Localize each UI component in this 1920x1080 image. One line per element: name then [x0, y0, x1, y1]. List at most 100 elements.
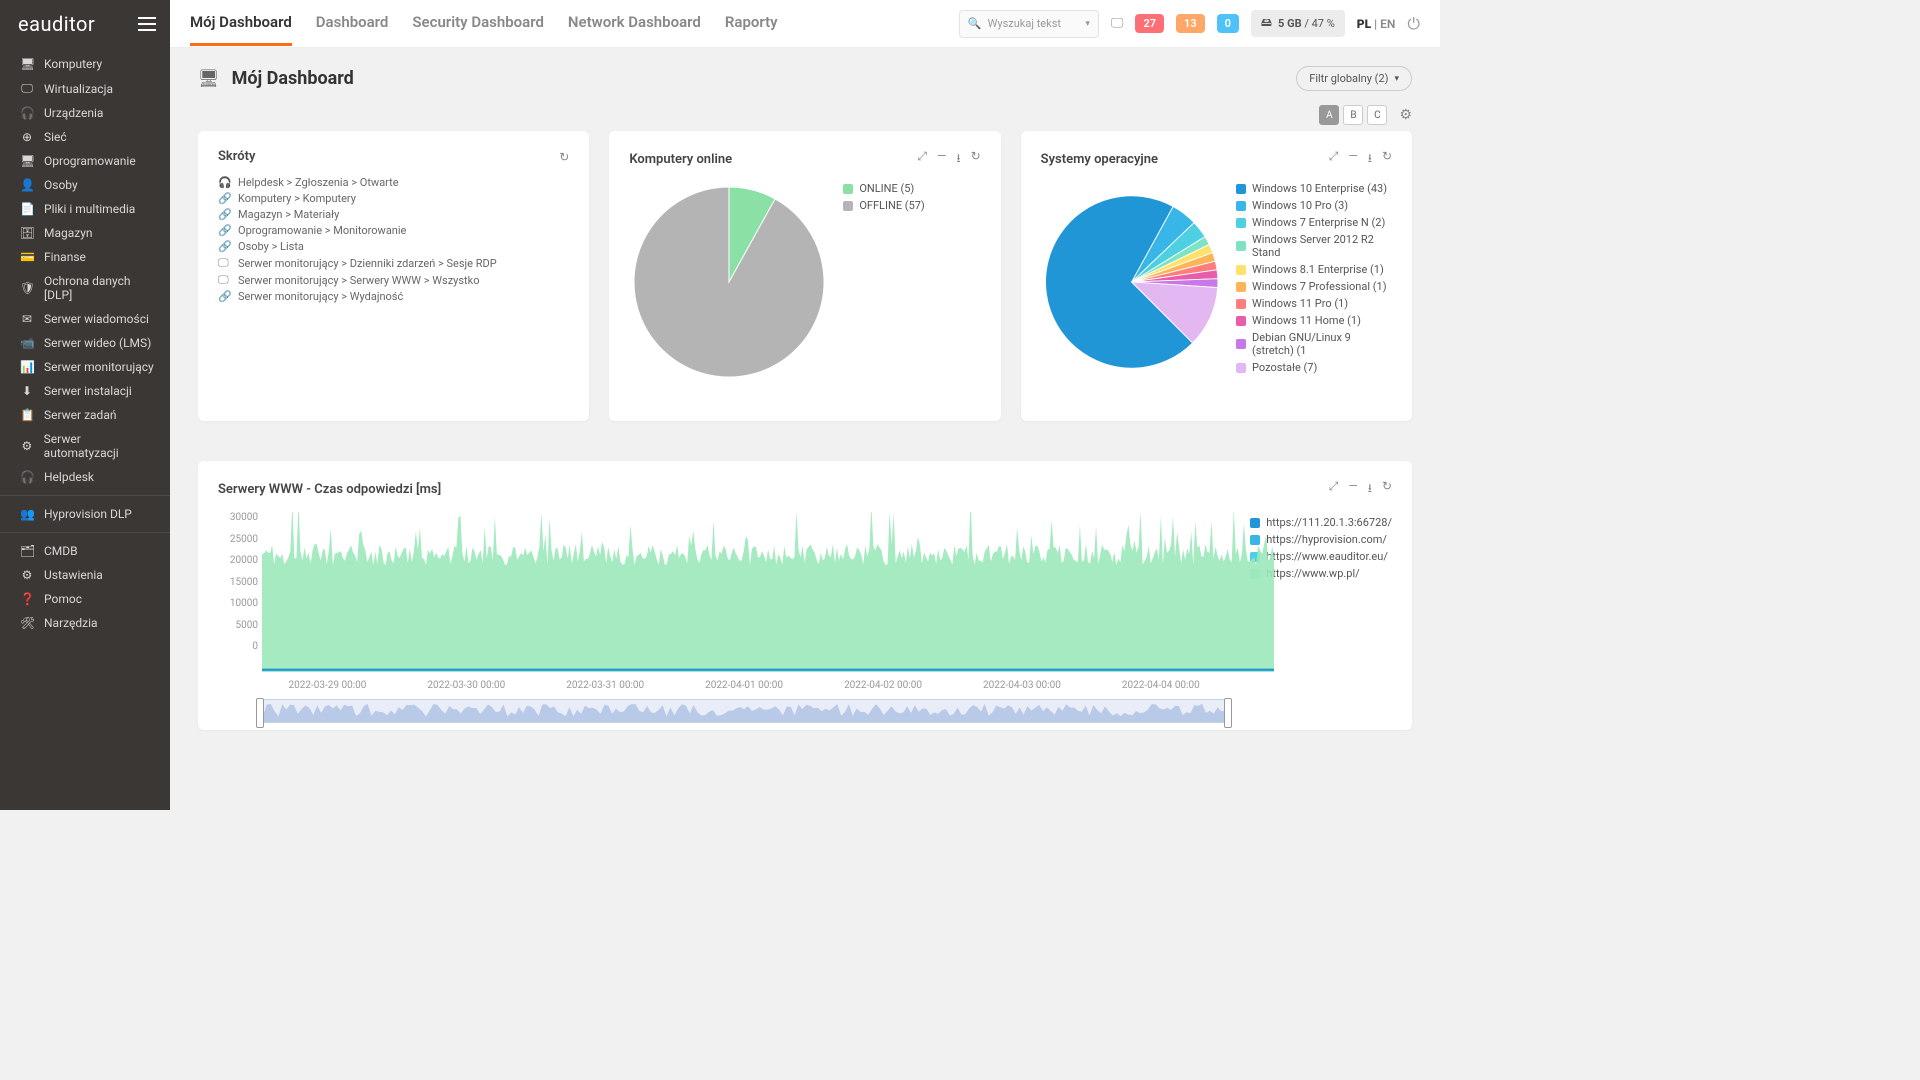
tab[interactable]: Raporty — [725, 1, 778, 46]
legend-item[interactable]: Windows 8.1 Enterprise (1) — [1236, 263, 1392, 276]
legend-swatch — [1236, 184, 1246, 194]
legend-item[interactable]: ONLINE (5) — [843, 182, 924, 195]
sidebar-item[interactable]: ✉Serwer wiadomości — [0, 307, 170, 331]
card-computers-online: Komputery online ⤢ — ⭳ ↻ ONLINE (5)OFFLI… — [609, 131, 1000, 421]
legend-item[interactable]: Windows 7 Enterprise N (2) — [1236, 216, 1392, 229]
sidebar-item[interactable]: 🛡Ochrona danych [DLP] — [0, 269, 170, 307]
sidebar-item[interactable]: 📋Serwer zadań — [0, 403, 170, 427]
badge-alert-orange[interactable]: 13 — [1176, 14, 1205, 33]
sidebar-item-label: Narzędzia — [44, 616, 98, 630]
sidebar-item-icon: 🛡 — [20, 281, 34, 295]
storage-indicator[interactable]: 🖴 5 GB / 47 % — [1251, 10, 1345, 37]
legend-item[interactable]: Windows 10 Enterprise (43) — [1236, 182, 1392, 195]
sidebar-item[interactable]: ⬇Serwer instalacji — [0, 379, 170, 403]
sidebar-item[interactable]: 🗄 Magazyn — [0, 221, 170, 245]
download-icon[interactable]: ⭳ — [1368, 149, 1372, 170]
legend-swatch — [1236, 316, 1246, 326]
sidebar-item[interactable]: 🖥Oprogramowanie — [0, 149, 170, 173]
sidebar-item[interactable]: 🖥 Komputery — [0, 52, 170, 76]
sidebar-item-label: Pomoc — [44, 592, 82, 606]
sidebar-item-label: Komputery — [44, 57, 102, 71]
sidebar-item[interactable]: 🛠Narzędzia — [0, 611, 170, 635]
sidebar-item[interactable]: 👤Osoby — [0, 173, 170, 197]
sidebar-item[interactable]: 📹Serwer wideo (LMS) — [0, 331, 170, 355]
sidebar-item[interactable]: 💳Finanse — [0, 245, 170, 269]
refresh-icon[interactable]: ↻ — [559, 150, 569, 164]
search-icon: 🔍 — [968, 17, 982, 30]
card-title: Serwery WWW - Czas odpowiedzi [ms] — [218, 482, 441, 497]
sidebar-item-icon: 📊 — [20, 360, 34, 374]
tab[interactable]: Mój Dashboard — [190, 1, 292, 46]
sidebar-item[interactable]: 🎧Helpdesk — [0, 465, 170, 489]
legend-item[interactable]: Windows 7 Professional (1) — [1236, 280, 1392, 293]
chart-pie-os — [1041, 182, 1222, 382]
expand-icon[interactable]: ⤢ — [1329, 149, 1339, 170]
sidebar-item[interactable]: 📊 Serwer monitorujący — [0, 355, 170, 379]
language-switch[interactable]: PL | EN — [1357, 17, 1396, 31]
sidebar-item[interactable]: ⚙Serwer automatyzacji — [0, 427, 170, 465]
tab[interactable]: Security Dashboard — [412, 1, 544, 46]
sidebar-item-icon: 🖥 — [20, 57, 34, 71]
legend-item[interactable]: Pozostałe (7) — [1236, 361, 1392, 374]
refresh-icon[interactable]: ↻ — [1382, 149, 1392, 170]
download-icon[interactable]: ⭳ — [956, 149, 960, 170]
sidebar-item[interactable]: 🖵Wirtualizacja — [0, 76, 170, 101]
legend-swatch — [1236, 282, 1246, 292]
shortcut-link[interactable]: 🎧Helpdesk > Zgłoszenia > Otwarte — [218, 176, 569, 189]
shortcut-link[interactable]: 🔗Oprogramowanie > Monitorowanie — [218, 224, 569, 237]
sidebar-item-label: Pliki i multimedia — [44, 202, 135, 216]
tab[interactable]: Dashboard — [316, 1, 389, 46]
sidebar-item[interactable]: ⚙Ustawienia — [0, 563, 170, 587]
legend-item[interactable]: OFFLINE (57) — [843, 199, 924, 212]
minimize-icon[interactable]: — — [1348, 479, 1357, 500]
view-button[interactable]: B — [1343, 105, 1363, 125]
gear-icon[interactable]: ⚙ — [1399, 107, 1412, 123]
menu-toggle-icon[interactable] — [138, 17, 156, 31]
sidebar-item-label: Helpdesk — [44, 470, 94, 484]
sidebar-item-icon: ⊕ — [20, 130, 34, 144]
shortcut-link[interactable]: 🔗Magazyn > Materiały — [218, 208, 569, 221]
chart-scrubber[interactable] — [258, 699, 1230, 723]
refresh-icon[interactable]: ↻ — [971, 149, 981, 170]
sidebar-item[interactable]: ⊕ Sieć — [0, 125, 170, 149]
sidebar-item-icon: ✉ — [20, 312, 34, 326]
sidebar-item[interactable]: 👥Hyprovision DLP — [0, 502, 170, 526]
sidebar-item[interactable]: ❓Pomoc — [0, 587, 170, 611]
legend-item[interactable]: Windows 11 Pro (1) — [1236, 297, 1392, 310]
download-icon[interactable]: ⭳ — [1368, 479, 1372, 500]
expand-icon[interactable]: ⤢ — [917, 149, 927, 170]
sidebar-item-icon: 👤 — [20, 178, 34, 192]
badge-alert-blue[interactable]: 0 — [1217, 14, 1239, 33]
legend-item[interactable]: Windows 11 Home (1) — [1236, 314, 1392, 327]
monitor-icon[interactable]: 🖵 — [1111, 16, 1124, 31]
expand-icon[interactable]: ⤢ — [1329, 479, 1339, 500]
minimize-icon[interactable]: — — [937, 149, 946, 170]
search-placeholder: Wyszukaj tekst — [988, 17, 1061, 30]
shortcut-link[interactable]: 🖵Serwer monitorujący > Dzienniki zdarzeń… — [218, 256, 569, 270]
global-filter-button[interactable]: Filtr globalny (2) ▾ — [1296, 66, 1412, 91]
sidebar-item-icon: 📄 — [20, 202, 34, 216]
sidebar-item[interactable]: 🎧Urządzenia — [0, 101, 170, 125]
shortcut-link[interactable]: 🔗Osoby > Lista — [218, 240, 569, 253]
sidebar-item-icon: 🗄 — [20, 226, 34, 240]
power-icon[interactable]: ⏻ — [1407, 14, 1420, 34]
legend-item[interactable]: Debian GNU/Linux 9 (stretch) (1 — [1236, 331, 1392, 357]
shortcut-link[interactable]: 🖵Serwer monitorujący > Serwery WWW > Wsz… — [218, 273, 569, 287]
sidebar-item[interactable]: 🗂CMDB — [0, 539, 170, 563]
legend-item[interactable]: Windows 10 Pro (3) — [1236, 199, 1392, 212]
view-button[interactable]: A — [1319, 105, 1339, 125]
refresh-icon[interactable]: ↻ — [1382, 479, 1392, 500]
sidebar-item-label: Magazyn — [44, 226, 93, 240]
search-input[interactable]: 🔍 Wyszukaj tekst ▾ — [959, 10, 1099, 38]
shortcut-link[interactable]: 🔗Serwer monitorujący > Wydajność — [218, 290, 569, 303]
badge-alert-red[interactable]: 27 — [1135, 14, 1164, 33]
shortcut-link[interactable]: 🔗Komputery > Komputery — [218, 192, 569, 205]
sidebar-item[interactable]: 📄 Pliki i multimedia — [0, 197, 170, 221]
view-button[interactable]: C — [1367, 105, 1387, 125]
legend-item[interactable]: Windows Server 2012 R2 Stand — [1236, 233, 1392, 259]
sidebar-item-label: Sieć — [44, 130, 67, 144]
main-content: Mój Dashboard Dashboard Security Dashboard… — [170, 0, 1440, 810]
sidebar-item-label: Serwer monitorujący — [44, 360, 154, 374]
tab[interactable]: Network Dashboard — [568, 1, 701, 46]
minimize-icon[interactable]: — — [1348, 149, 1357, 170]
